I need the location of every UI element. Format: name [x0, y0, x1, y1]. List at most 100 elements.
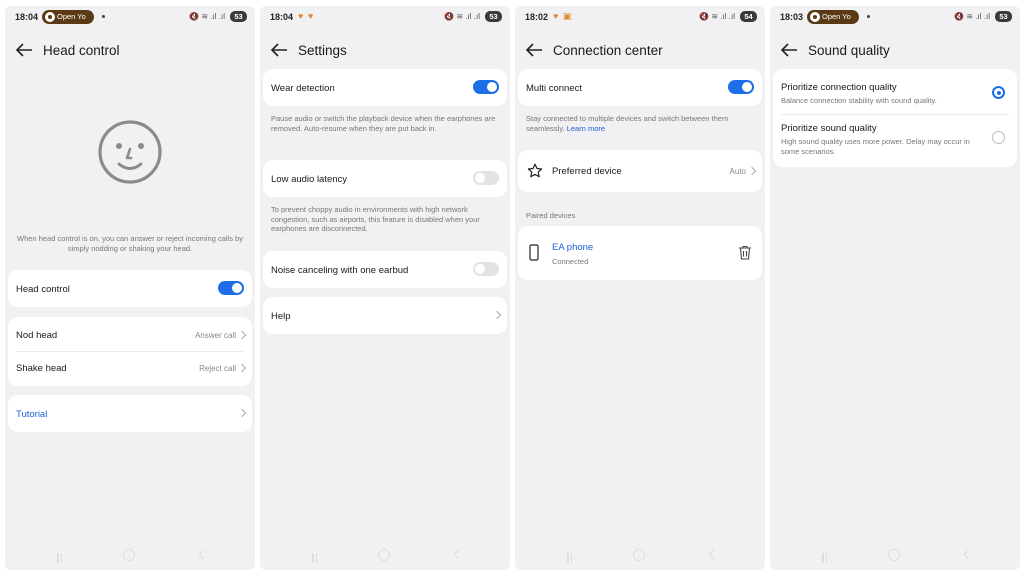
wear-detection-description: Pause audio or switch the playback devic… — [271, 114, 496, 133]
device-name: EA phone — [552, 242, 594, 253]
page-title: Head control — [43, 43, 120, 58]
battery-icon: 53 — [995, 11, 1012, 22]
option-connection-quality-description: Balance connection stability with sound … — [781, 96, 937, 105]
noise-canceling-card: Noise canceling with one earbud — [263, 251, 507, 288]
page-title: Settings — [298, 43, 347, 58]
open-app-pill[interactable]: Open Yo — [42, 10, 94, 24]
back-arrow-icon[interactable] — [270, 42, 288, 58]
head-control-description: When head control is on, you can answer … — [17, 234, 243, 253]
option-sound-quality-description: High sound quality uses more power. Dela… — [781, 137, 970, 156]
head-control-card: Head control — [8, 270, 252, 307]
recent-apps-icon[interactable] — [567, 550, 577, 563]
noise-canceling-toggle[interactable] — [473, 262, 499, 276]
nav-back-icon[interactable] — [453, 549, 464, 560]
notification-icons: ♥ ▣ — [553, 11, 573, 21]
paired-devices-header: Paired devices — [526, 211, 576, 220]
home-icon[interactable] — [123, 549, 135, 561]
low-latency-card: Low audio latency — [263, 160, 507, 197]
battery-icon: 53 — [230, 11, 247, 22]
header: Settings — [260, 34, 510, 66]
status-time: 18:02 — [525, 12, 549, 22]
battery-icon: 54 — [740, 11, 757, 22]
nav-bar — [260, 548, 510, 563]
nav-back-icon[interactable] — [963, 549, 974, 560]
back-arrow-icon[interactable] — [780, 42, 798, 58]
option-sound-quality-label: Prioritize sound quality — [781, 123, 877, 134]
preferred-device-row[interactable]: Preferred device Auto — [518, 150, 762, 192]
status-time: 18:04 — [15, 12, 39, 22]
page-title: Connection center — [553, 43, 663, 58]
multi-connect-card: Multi connect — [518, 69, 762, 106]
low-latency-label: Low audio latency — [271, 174, 348, 185]
system-icons: 🔇 ≋ .ıl .ıl — [954, 12, 990, 21]
learn-more-link[interactable]: Learn more — [567, 124, 605, 133]
preferred-device-label: Preferred device — [552, 166, 622, 177]
nav-back-icon[interactable] — [198, 549, 209, 560]
status-bar: 18:02 ♥ ▣ 🔇 ≋ .ıl .ıl 54 — [515, 6, 765, 28]
battery-icon: 53 — [485, 11, 502, 22]
wear-detection-card: Wear detection — [263, 69, 507, 106]
trash-icon[interactable] — [738, 245, 752, 260]
header: Head control — [5, 34, 255, 66]
header: Sound quality — [770, 34, 1020, 66]
option-sound-quality-radio[interactable] — [992, 131, 1005, 144]
recent-apps-icon[interactable] — [57, 550, 67, 563]
multi-connect-text: Stay connected to multiple devices and s… — [526, 114, 729, 133]
chevron-right-icon — [237, 408, 247, 418]
app-icon — [45, 12, 55, 22]
system-icons: 🔇 ≋ .ıl .ıl — [699, 12, 735, 21]
help-label: Help — [271, 311, 291, 322]
nod-head-value: Answer call — [195, 331, 236, 340]
app-icon — [810, 12, 820, 22]
tutorial-link[interactable]: Tutorial — [16, 409, 47, 420]
chevron-right-icon — [492, 310, 502, 320]
notification-dot — [102, 15, 105, 18]
wear-detection-label: Wear detection — [271, 83, 335, 94]
pill-label: Open Yo — [57, 12, 86, 21]
home-icon[interactable] — [888, 549, 900, 561]
sound-quality-options: Prioritize connection quality Balance co… — [773, 69, 1017, 167]
multi-connect-toggle[interactable] — [728, 80, 754, 94]
option-connection-quality-radio[interactable] — [992, 86, 1005, 99]
chevron-right-icon — [237, 330, 247, 340]
device-status: Connected — [552, 257, 589, 266]
status-bar: 18:04 ♥ ♥ 🔇 ≋ .ıl .ıl 53 — [260, 6, 510, 28]
chevron-right-icon — [237, 363, 247, 373]
connection-center-screen: 18:02 ♥ ▣ 🔇 ≋ .ıl .ıl 54 Connection cent… — [515, 6, 765, 570]
face-icon — [98, 120, 162, 184]
head-control-label: Head control — [16, 284, 70, 295]
divider — [16, 351, 244, 352]
nod-head-label: Nod head — [16, 330, 58, 341]
status-bar: 18:03 Open Yo 🔇 ≋ .ıl .ıl 53 — [770, 6, 1020, 28]
nav-bar — [770, 548, 1020, 563]
phone-icon — [529, 244, 539, 261]
noise-canceling-label: Noise canceling with one earbud — [271, 265, 409, 276]
help-row[interactable]: Help — [263, 297, 507, 334]
header: Connection center — [515, 34, 765, 66]
multi-connect-label: Multi connect — [526, 83, 582, 94]
notification-icons: ♥ ♥ — [298, 11, 315, 21]
recent-apps-icon[interactable] — [312, 550, 322, 563]
preferred-device-value: Auto — [729, 167, 746, 176]
tutorial-row[interactable]: Tutorial — [8, 395, 252, 432]
nav-bar — [5, 548, 255, 563]
star-icon — [527, 163, 543, 178]
open-app-pill[interactable]: Open Yo — [807, 10, 859, 24]
status-bar: 18:04 Open Yo 🔇 ≋ .ıl .ıl 53 — [5, 6, 255, 28]
pill-label: Open Yo — [822, 12, 851, 21]
paired-device-row[interactable]: EA phone Connected — [518, 226, 762, 280]
back-arrow-icon[interactable] — [15, 42, 33, 58]
head-control-toggle[interactable] — [218, 281, 244, 295]
home-icon[interactable] — [378, 549, 390, 561]
back-arrow-icon[interactable] — [525, 42, 543, 58]
nav-back-icon[interactable] — [708, 549, 719, 560]
nav-bar — [515, 548, 765, 563]
divider — [781, 114, 1009, 115]
low-latency-toggle[interactable] — [473, 171, 499, 185]
recent-apps-icon[interactable] — [822, 550, 832, 563]
wear-detection-toggle[interactable] — [473, 80, 499, 94]
shake-head-label: Shake head — [16, 363, 67, 374]
status-time: 18:03 — [780, 12, 804, 22]
home-icon[interactable] — [633, 549, 645, 561]
shake-head-value: Reject call — [199, 364, 236, 373]
